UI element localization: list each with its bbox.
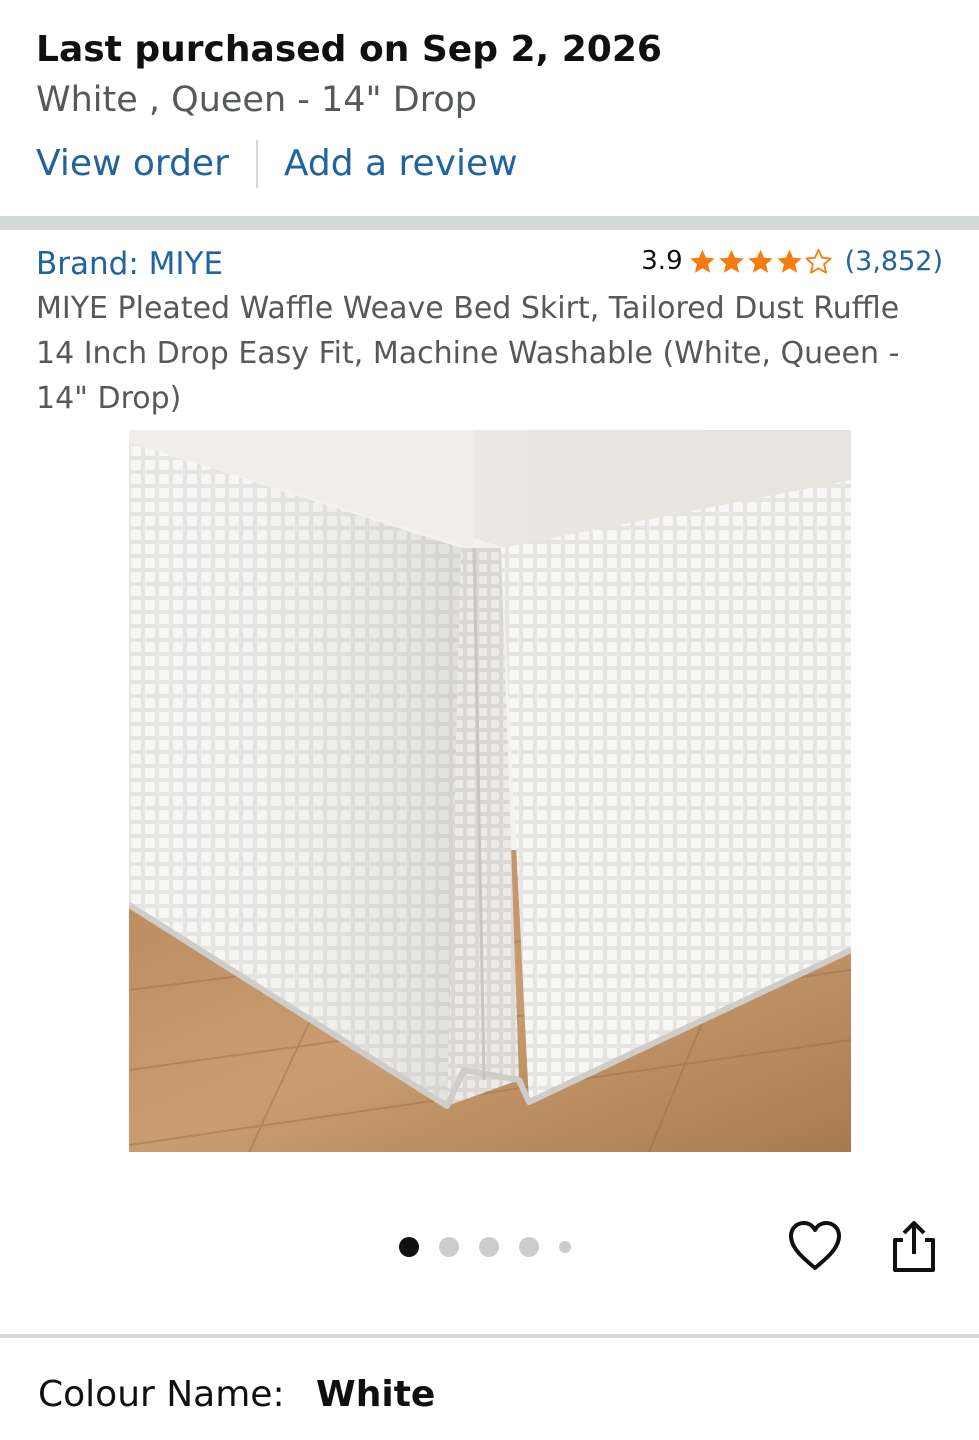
- purchase-actions: View order Add a review: [36, 138, 518, 190]
- add-review-link[interactable]: Add a review: [284, 138, 518, 190]
- pagination-dot[interactable]: [559, 1241, 571, 1253]
- section-separator: [0, 216, 979, 230]
- colour-value: White: [316, 1374, 436, 1415]
- purchase-summary: Last purchased on Sep 2, 2026 White , Qu…: [36, 26, 956, 124]
- pagination-dot[interactable]: [439, 1237, 459, 1257]
- share-icon: [893, 1221, 935, 1272]
- heart-icon: [789, 1221, 841, 1270]
- star-empty-icon: [805, 248, 832, 274]
- colour-variation: Colour Name: White: [38, 1370, 435, 1420]
- rating-value: 3.9: [641, 246, 683, 276]
- star-full-icon: [747, 249, 773, 273]
- image-pagination[interactable]: [399, 1236, 591, 1258]
- star-rating: [689, 248, 834, 275]
- view-order-link[interactable]: View order: [36, 138, 229, 190]
- star-full-icon: [718, 249, 744, 273]
- share-button[interactable]: [889, 1218, 939, 1274]
- pagination-dot-active[interactable]: [399, 1237, 419, 1257]
- pagination-dot[interactable]: [479, 1237, 499, 1257]
- review-count: (3,852): [844, 245, 943, 277]
- star-full-icon: [776, 249, 802, 273]
- pagination-dot[interactable]: [519, 1237, 539, 1257]
- product-image[interactable]: [129, 430, 851, 1152]
- last-purchased-heading: Last purchased on Sep 2, 2026: [36, 29, 662, 70]
- product-photo: [129, 430, 851, 1152]
- colour-label: Colour Name:: [38, 1374, 285, 1415]
- wishlist-button[interactable]: [786, 1218, 844, 1274]
- rating-summary[interactable]: 3.9 (3,852): [641, 242, 943, 280]
- star-full-icon: [689, 249, 715, 273]
- link-divider: [255, 140, 258, 188]
- product-title[interactable]: MIYE Pleated Waffle Weave Bed Skirt, Tai…: [36, 286, 936, 421]
- brand-link[interactable]: Brand: MIYE: [36, 242, 223, 286]
- purchased-variant: White , Queen - 14" Drop: [36, 80, 477, 120]
- section-separator: [0, 1334, 979, 1338]
